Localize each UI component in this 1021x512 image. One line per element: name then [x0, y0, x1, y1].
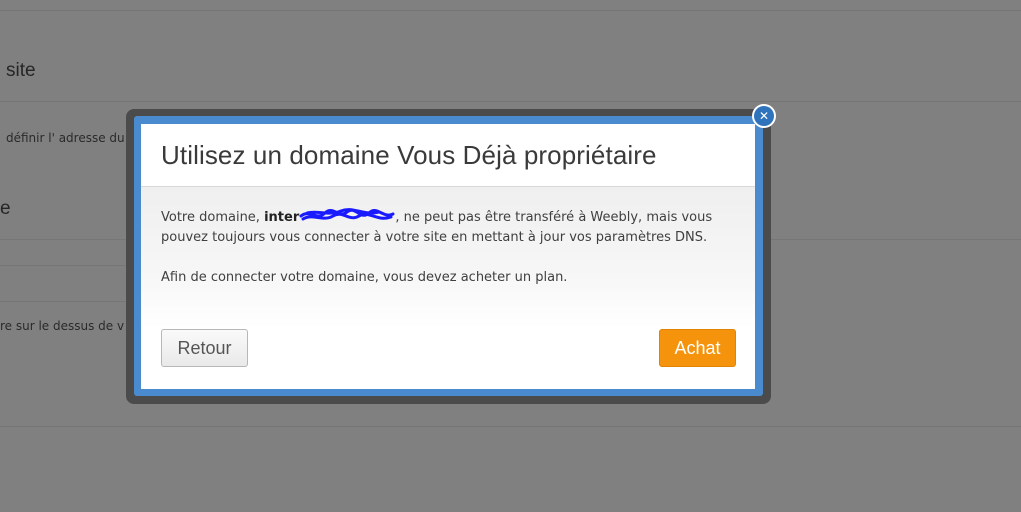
divider [0, 10, 1021, 11]
close-icon: ✕ [754, 106, 774, 126]
section-description-address: définir l' adresse du [6, 131, 125, 145]
divider [0, 426, 1021, 427]
message-suffix: , ne peut pas être transféré à Weebly, m… [391, 210, 713, 225]
modal-dialog: Utilisez un domaine Vous Déjà propriétai… [141, 124, 755, 389]
message-line-2: pouvez toujours vous connecter à votre s… [161, 230, 708, 245]
modal-title: Utilisez un domaine Vous Déjà propriétai… [161, 140, 657, 170]
redacted-domain-scribble [299, 208, 395, 223]
input-field-border [0, 265, 140, 266]
section-heading-site: site [6, 60, 36, 81]
section-heading-partial: e [0, 198, 11, 219]
back-button[interactable]: Retour [161, 329, 248, 367]
message-prefix: Votre domaine, [161, 210, 265, 225]
buy-button[interactable]: Achat [659, 329, 736, 367]
section-description-top: re sur le dessus de v [0, 319, 125, 333]
message-paragraph: Votre domaine, inter , ne peut pas être … [161, 208, 736, 248]
divider [0, 101, 1021, 102]
modal-header: Utilisez un domaine Vous Déjà propriétai… [141, 124, 755, 187]
domain-name: inter [264, 210, 300, 225]
purchase-paragraph: Afin de connecter votre domaine, vous de… [161, 270, 568, 285]
page: site définir l' adresse du e re sur le d… [0, 0, 1021, 512]
close-button[interactable]: ✕ [752, 104, 776, 128]
input-field-border [0, 301, 140, 302]
